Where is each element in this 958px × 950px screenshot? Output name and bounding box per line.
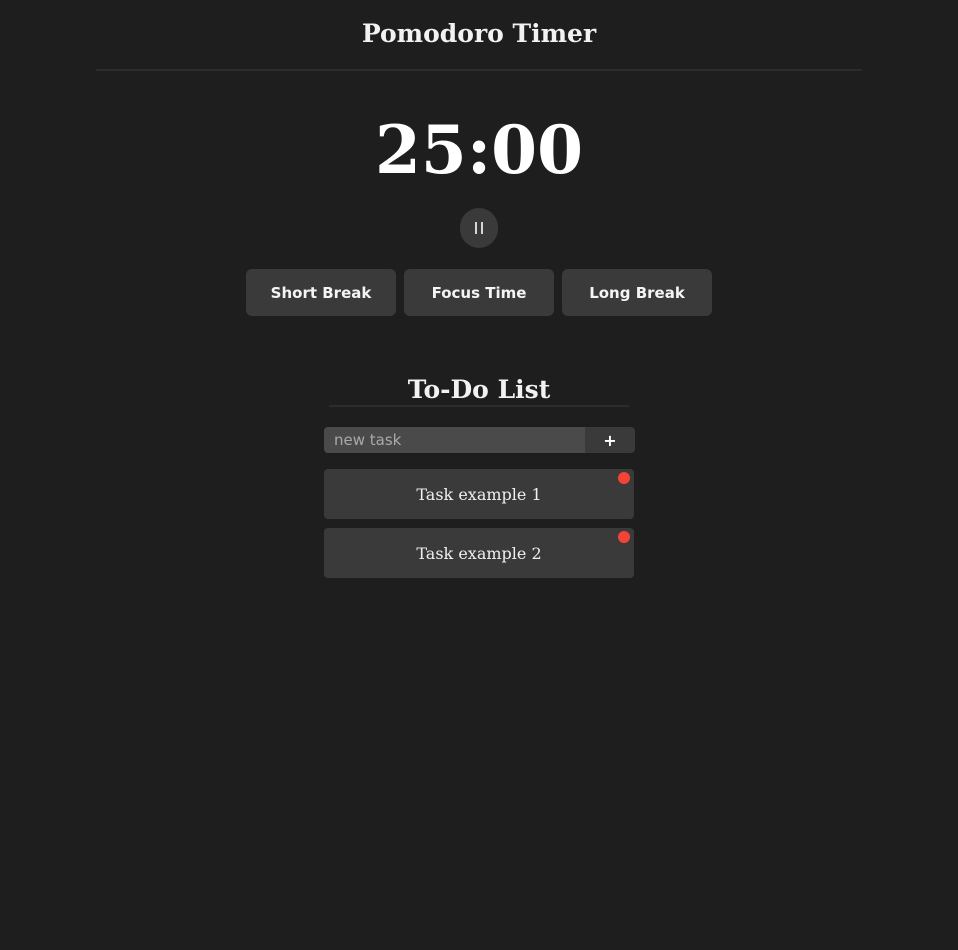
short-break-button[interactable]: Short Break <box>246 269 396 316</box>
title-divider <box>96 69 862 71</box>
pause-icon <box>475 222 483 234</box>
task-list: Task example 1 Task example 2 <box>324 469 634 587</box>
task-label: Task example 1 <box>416 484 542 504</box>
long-break-button[interactable]: Long Break <box>562 269 712 316</box>
pause-button[interactable] <box>460 208 498 248</box>
pomodoro-app: Pomodoro Timer 25:00 Short Break Focus T… <box>0 0 958 950</box>
focus-time-button[interactable]: Focus Time <box>404 269 554 316</box>
task-label: Task example 2 <box>416 543 542 563</box>
todo-divider <box>329 405 629 407</box>
new-task-input[interactable] <box>324 427 585 453</box>
app-title: Pomodoro Timer <box>361 19 597 48</box>
task-item[interactable]: Task example 2 <box>324 528 634 578</box>
todo-title: To-Do List <box>407 375 551 404</box>
delete-dot-icon[interactable] <box>618 472 630 484</box>
add-task-button[interactable]: + <box>585 427 635 453</box>
timer-display: 25:00 <box>374 111 584 189</box>
task-item[interactable]: Task example 1 <box>324 469 634 519</box>
delete-dot-icon[interactable] <box>618 531 630 543</box>
